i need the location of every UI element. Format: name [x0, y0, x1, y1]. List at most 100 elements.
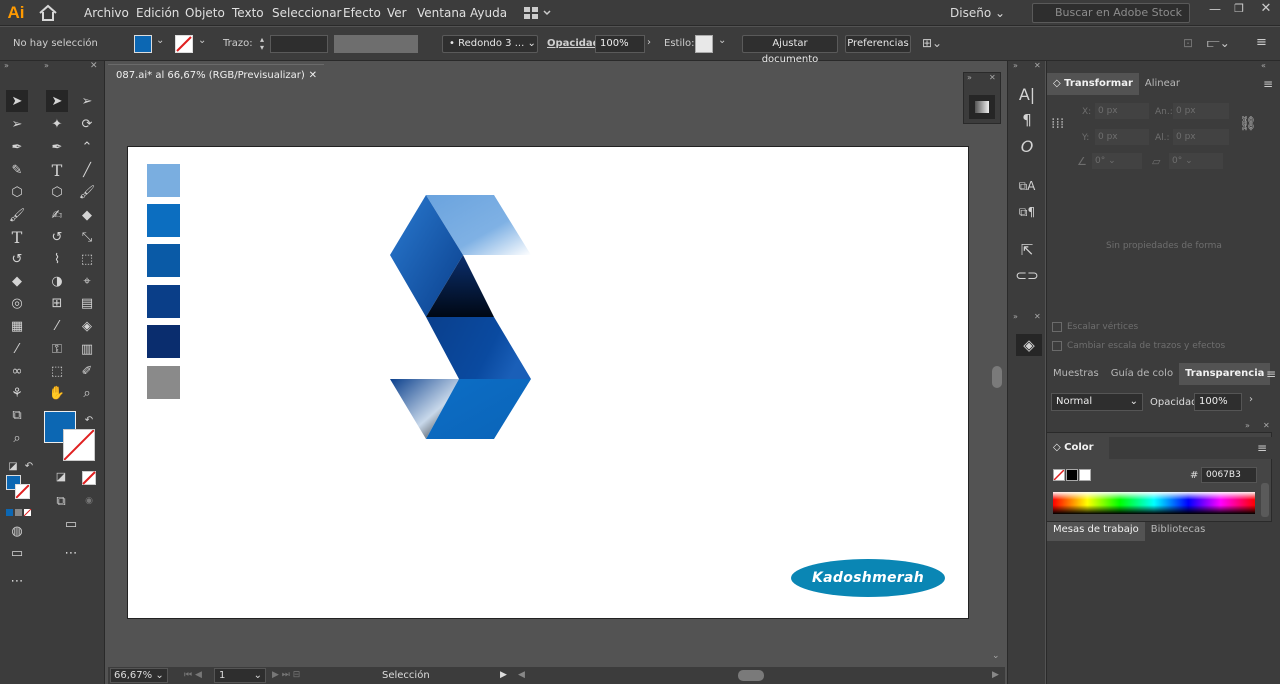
- color-panel-scrollbar[interactable]: [1261, 483, 1269, 517]
- curvature-icon[interactable]: ✎: [6, 159, 28, 181]
- character-styles-icon[interactable]: ⧉A: [1016, 175, 1038, 197]
- direct-selection-icon[interactable]: ➢: [6, 113, 28, 135]
- pen-icon[interactable]: ✒: [46, 136, 68, 158]
- chevron-right-icon[interactable]: ▶: [500, 667, 507, 684]
- brush-icon[interactable]: 🖌: [6, 204, 28, 226]
- opacity-field[interactable]: 100%: [595, 35, 645, 53]
- symbol-icon[interactable]: ⚿: [46, 338, 68, 360]
- menu-ayuda[interactable]: Ayuda: [470, 0, 507, 26]
- gradient-icon[interactable]: ▤: [76, 292, 98, 314]
- stroke-swatch-small[interactable]: [15, 484, 30, 499]
- last-artboard-icon[interactable]: ▶ ⏭ ⊟: [272, 667, 300, 684]
- stock-search-input[interactable]: Buscar en Adobe Stock: [1032, 3, 1190, 23]
- zoom-field[interactable]: 66,67% ⌄: [110, 668, 168, 683]
- more-tools-icon[interactable]: ⋯: [6, 570, 28, 592]
- s-logo-artwork[interactable]: [390, 195, 534, 441]
- zoom-icon[interactable]: ⌕: [6, 427, 28, 449]
- blend-mode-dropdown[interactable]: Normal ⌄: [1051, 393, 1143, 411]
- eyedropper-icon[interactable]: ⁄: [6, 338, 28, 360]
- slice-icon[interactable]: ⬚: [46, 360, 68, 382]
- type-icon[interactable]: T: [6, 226, 28, 248]
- free-transform-icon[interactable]: ⬚: [76, 248, 98, 270]
- character-icon[interactable]: A|: [1016, 83, 1038, 105]
- gradient-panel-icon[interactable]: [969, 95, 995, 119]
- color-spectrum[interactable]: [1053, 492, 1255, 514]
- chevron-right-icon[interactable]: ›: [647, 37, 651, 48]
- line-icon[interactable]: ╱: [76, 159, 98, 181]
- collapse-icon[interactable]: »: [4, 61, 9, 70]
- symbol-sprayer-icon[interactable]: ⚘: [6, 382, 28, 404]
- collapse-icon[interactable]: »: [1245, 421, 1250, 430]
- stroke-profile-dropdown[interactable]: [334, 35, 418, 53]
- close-icon[interactable]: ✕: [1034, 61, 1041, 70]
- gradient-icon[interactable]: ▦: [6, 315, 28, 337]
- pen-icon[interactable]: ✒: [6, 136, 28, 158]
- tab-color-guide[interactable]: Guía de colo: [1105, 363, 1179, 385]
- chevron-down-icon[interactable]: ⌄: [156, 35, 164, 46]
- collapse-icon[interactable]: »: [1013, 312, 1018, 321]
- selection-tool-icon[interactable]: ➤: [46, 90, 68, 112]
- minimize-window-button[interactable]: —: [1207, 2, 1223, 18]
- arrange-docs-icon[interactable]: [523, 6, 553, 20]
- close-icon[interactable]: ✕: [989, 73, 996, 82]
- lasso-icon[interactable]: ⟳: [76, 113, 98, 135]
- angle-field[interactable]: 0° ⌄: [1092, 153, 1142, 169]
- tab-align[interactable]: Alinear: [1139, 73, 1186, 95]
- panel-menu-icon[interactable]: ≡: [1263, 77, 1273, 91]
- menu-objeto[interactable]: Objeto: [185, 0, 225, 26]
- tab-swatches[interactable]: Muestras: [1047, 363, 1105, 385]
- menu-archivo[interactable]: Archivo: [84, 0, 129, 26]
- close-icon[interactable]: ✕: [1263, 421, 1270, 430]
- restore-window-button[interactable]: ❐: [1231, 2, 1247, 18]
- blend-icon[interactable]: ∞: [6, 360, 28, 382]
- constrain-proportions-icon[interactable]: ⛓: [1239, 116, 1257, 132]
- horizontal-scroll-thumb[interactable]: [738, 670, 764, 681]
- measure-icon[interactable]: ◈: [76, 315, 98, 337]
- type-icon[interactable]: T: [46, 159, 68, 181]
- x-field[interactable]: 0 px: [1095, 103, 1149, 119]
- collapse-icon[interactable]: »: [967, 73, 972, 82]
- gradient-mode-icon[interactable]: ◉: [78, 490, 100, 512]
- style-swatch[interactable]: [695, 35, 713, 53]
- tab-libraries[interactable]: Bibliotecas: [1145, 519, 1212, 541]
- tab-transform[interactable]: ◇ Transformar: [1047, 73, 1139, 95]
- close-window-button[interactable]: ✕: [1258, 1, 1274, 17]
- stroke-stepper[interactable]: ▴ ▾: [256, 36, 268, 52]
- distribute-icon[interactable]: ⫍⌄: [1207, 36, 1230, 52]
- vertical-scrollbar[interactable]: ⌄: [990, 88, 1004, 666]
- panel-menu-icon[interactable]: ≡: [1256, 35, 1272, 51]
- brush-dropdown[interactable]: • Redondo 3 ... ⌄: [442, 35, 538, 53]
- chevron-left-icon[interactable]: ◀: [518, 667, 525, 684]
- color-white-swatch[interactable]: [1079, 469, 1091, 481]
- export-icon[interactable]: ⇱: [1016, 239, 1038, 261]
- swap-colors-icon[interactable]: ↶: [18, 455, 40, 477]
- eyedropper-icon[interactable]: ⁄: [46, 315, 68, 337]
- draw-mode-icon[interactable]: ◍: [6, 520, 28, 542]
- scale-strokes-checkbox[interactable]: [1052, 341, 1062, 351]
- artboard-icon[interactable]: ⧉: [6, 404, 28, 426]
- color-mode-buttons[interactable]: [6, 507, 32, 517]
- more-tools-icon[interactable]: ⋯: [60, 542, 82, 564]
- opentype-icon[interactable]: O: [1016, 135, 1038, 157]
- shape-builder-icon[interactable]: ◎: [6, 292, 28, 314]
- first-artboard-icon[interactable]: ⏮ ◀: [184, 667, 202, 684]
- width-field[interactable]: 0 px: [1173, 103, 1229, 119]
- collapse-icon[interactable]: «: [1261, 61, 1266, 70]
- menu-texto[interactable]: Texto: [232, 0, 264, 26]
- menu-efecto[interactable]: Efecto: [343, 0, 381, 26]
- rotate-icon[interactable]: ↺: [6, 248, 28, 270]
- preferences-button[interactable]: Preferencias: [845, 35, 911, 53]
- direct-selection-icon[interactable]: ➢: [76, 90, 98, 112]
- draw-inside-icon[interactable]: ⧉: [50, 490, 72, 512]
- polygon-icon[interactable]: ⬡: [6, 181, 28, 203]
- screen-mode-icon[interactable]: ▭: [6, 542, 28, 564]
- chevron-right-icon[interactable]: ›: [1249, 394, 1253, 405]
- chevron-right-icon[interactable]: ▶: [992, 667, 999, 684]
- links-icon[interactable]: ⊂⊃: [1015, 265, 1038, 287]
- mesh-icon[interactable]: ⊞: [46, 292, 68, 314]
- column-graph-icon[interactable]: ▥: [76, 338, 98, 360]
- swap-fill-stroke-icon[interactable]: ↶: [78, 409, 100, 431]
- menu-edicion[interactable]: Edición: [136, 0, 179, 26]
- color-black-swatch[interactable]: [1066, 469, 1078, 481]
- shear-field[interactable]: 0° ⌄: [1169, 153, 1223, 169]
